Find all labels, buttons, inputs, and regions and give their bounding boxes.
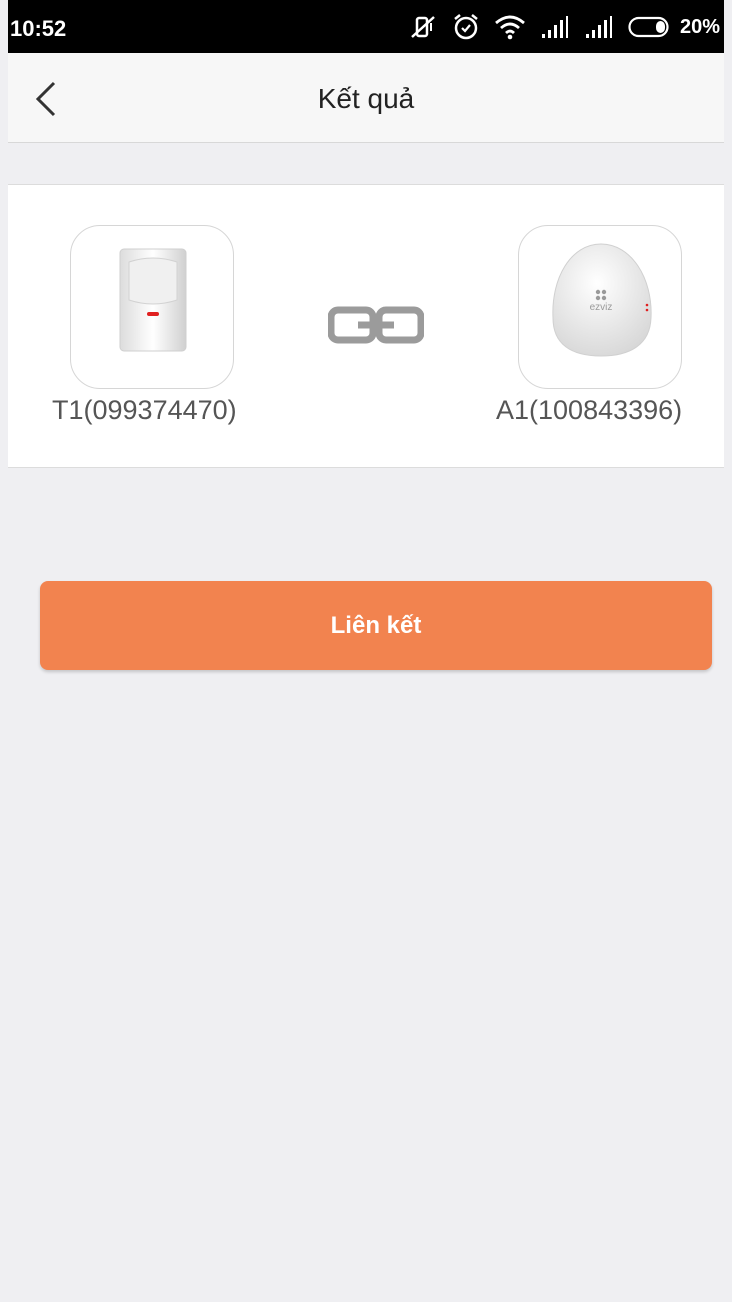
status-time: 10:52 <box>10 16 67 41</box>
sensor-device-tile <box>70 225 234 389</box>
app-screen: 10:52 20% Kết quả T1(099374470) ezviz A1… <box>8 0 724 1302</box>
status-icons: 20% <box>408 12 720 42</box>
status-bar: 10:52 20% <box>8 0 724 53</box>
signal-icon <box>540 14 570 40</box>
device-link-card: T1(099374470) ezviz A1(100843396) <box>8 184 724 468</box>
signal-icon <box>584 14 614 40</box>
battery-percent: 20% <box>679 15 720 38</box>
link-chain-icon <box>327 305 425 350</box>
vibrate-off-icon <box>408 13 438 41</box>
page-title: Kết quả <box>317 83 415 114</box>
svg-text:ezviz: ezviz <box>590 302 613 313</box>
battery-icon <box>628 16 672 38</box>
hub-device-tile: ezviz <box>518 225 682 389</box>
sensor-device-label: T1(099374470) <box>52 395 237 425</box>
top-app-bar: Kết quả <box>8 53 724 143</box>
ezviz-hub-icon: ezviz <box>552 243 652 357</box>
wifi-icon <box>494 13 526 41</box>
alarm-icon <box>452 13 480 41</box>
link-button[interactable]: Liên kết <box>40 581 712 670</box>
motion-sensor-icon <box>119 248 187 352</box>
hub-device-label: A1(100843396) <box>496 395 683 425</box>
